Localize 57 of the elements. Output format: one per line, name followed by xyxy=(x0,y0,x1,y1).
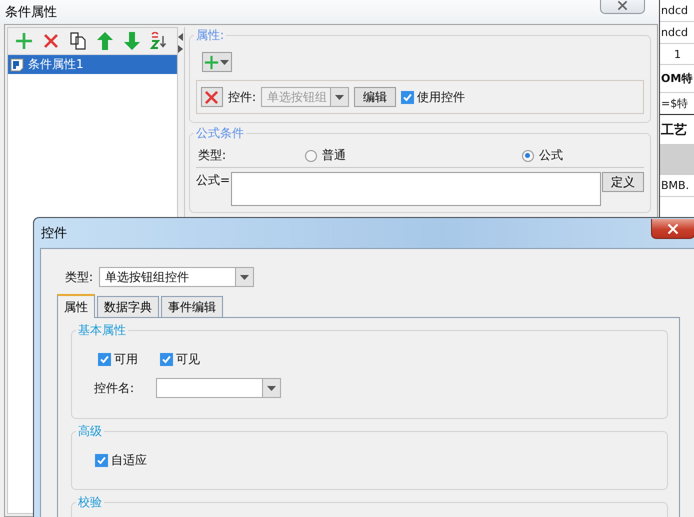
arrow-up-icon xyxy=(97,32,113,50)
field-label: 控件: xyxy=(228,88,256,106)
caret-icon xyxy=(334,94,344,100)
close-icon xyxy=(43,33,59,49)
group-title: 公式条件 xyxy=(194,125,245,142)
close-icon xyxy=(617,0,628,11)
define-button[interactable]: 定义 xyxy=(602,172,644,192)
field-label: 公式= xyxy=(196,172,230,189)
radio-option[interactable]: 公式 xyxy=(522,147,563,164)
check-icon xyxy=(96,455,107,466)
formula-field[interactable] xyxy=(231,172,601,206)
move-up-button[interactable] xyxy=(95,31,115,51)
group-title: 校验 xyxy=(77,494,103,511)
type-select[interactable]: 单选按钮组控件 xyxy=(99,267,254,287)
tab[interactable]: 事件编辑 xyxy=(161,296,223,318)
window-title: 控件 xyxy=(41,225,67,242)
close-button[interactable] xyxy=(651,219,694,239)
field-label: 控件名: xyxy=(94,380,136,396)
item-label: 条件属性1 xyxy=(28,56,84,73)
close-icon xyxy=(667,222,679,234)
add-dropdown-button[interactable] xyxy=(202,52,232,72)
check-icon xyxy=(99,354,110,365)
checkbox[interactable]: 自适应 xyxy=(95,452,147,469)
list-item[interactable]: 条件属性1 xyxy=(8,55,177,74)
radio-option[interactable]: 普通 xyxy=(304,147,346,164)
checkbox[interactable]: 可用 xyxy=(98,351,138,368)
arrow-down-icon xyxy=(124,32,140,50)
delete-button[interactable] xyxy=(200,87,223,107)
tab[interactable]: 属性 xyxy=(57,294,95,318)
sort-button[interactable] xyxy=(149,31,169,51)
sort-icon xyxy=(150,32,168,50)
caret-icon xyxy=(220,60,230,64)
move-down-button[interactable] xyxy=(122,31,142,51)
sheet-cell xyxy=(660,145,694,175)
check-icon xyxy=(402,92,413,102)
edit-button[interactable]: 编辑 xyxy=(354,87,396,107)
window-title: 条件属性 xyxy=(5,4,57,21)
plus-icon xyxy=(15,32,33,50)
tab[interactable]: 数据字典 xyxy=(97,296,159,318)
check-icon xyxy=(161,354,172,365)
group-title: 基本属性 xyxy=(77,322,127,339)
caret-icon xyxy=(267,386,276,390)
document-icon xyxy=(10,58,24,72)
name-select[interactable] xyxy=(156,378,281,398)
plus-icon xyxy=(204,54,220,70)
group-title: 属性: xyxy=(194,27,225,44)
close-icon xyxy=(204,90,220,104)
add-button[interactable] xyxy=(14,31,34,51)
caret-icon xyxy=(240,274,250,280)
close-button[interactable] xyxy=(600,0,645,14)
field-label: 类型: xyxy=(198,147,226,164)
copy-button[interactable] xyxy=(68,31,88,51)
checkbox[interactable]: 使用控件 xyxy=(400,88,465,106)
checkbox[interactable]: 可见 xyxy=(160,351,200,368)
copy-icon xyxy=(70,32,86,50)
field-label: 类型: xyxy=(65,268,94,286)
group-title: 高级 xyxy=(77,423,103,440)
